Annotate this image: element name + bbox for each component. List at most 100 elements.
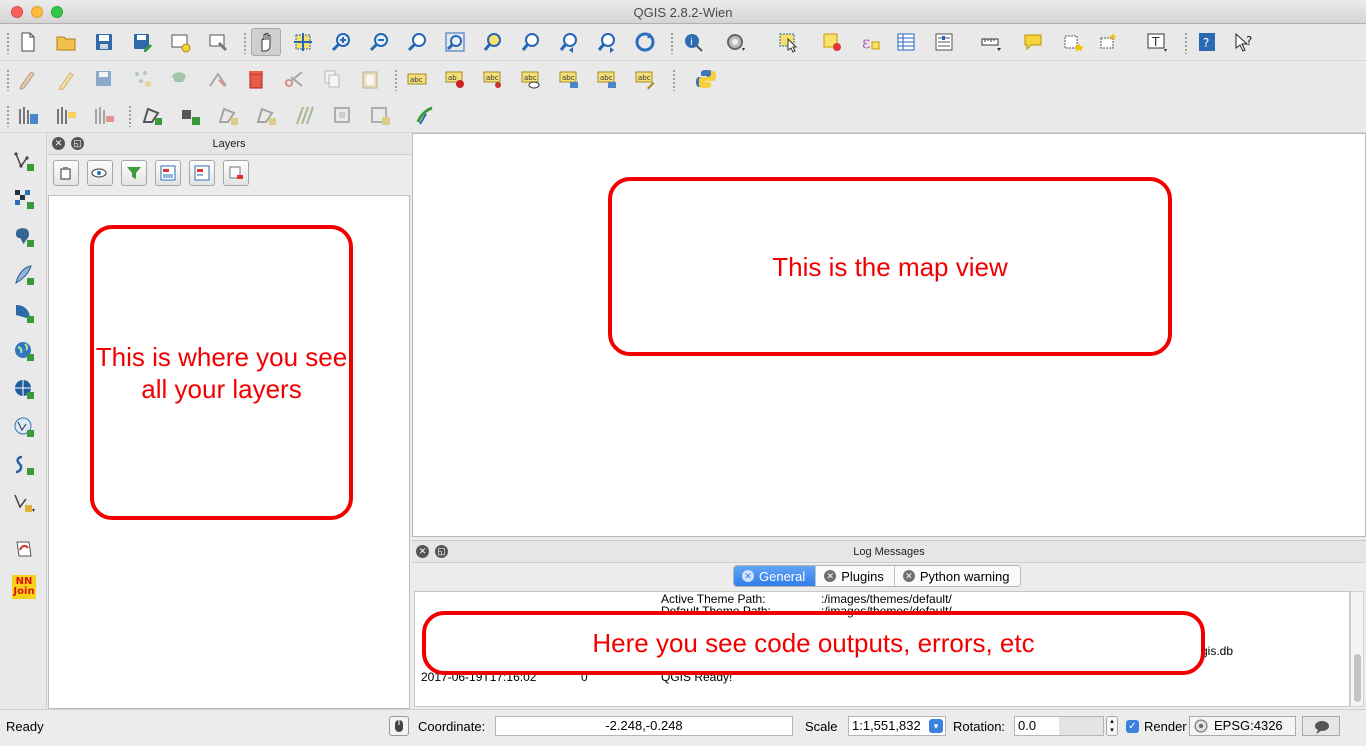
close-tab-icon[interactable]: ✕: [742, 570, 754, 582]
add-group-button[interactable]: [53, 160, 79, 186]
tab-general[interactable]: ✕ General: [734, 566, 817, 586]
toolbar-grip[interactable]: [1184, 32, 1188, 54]
save-as-button[interactable]: [127, 28, 157, 56]
zoom-to-layer-button[interactable]: [516, 28, 546, 56]
tab-plugins[interactable]: ✕ Plugins: [816, 566, 895, 586]
crs-button[interactable]: EPSG:4326: [1189, 716, 1296, 736]
text-annotation-button[interactable]: T: [1142, 28, 1172, 56]
scale-combo[interactable]: 1:1,551,832 ▾: [848, 716, 946, 736]
cut-features-button[interactable]: [279, 65, 309, 93]
save-project-button[interactable]: [89, 28, 119, 56]
refresh-button[interactable]: [630, 28, 660, 56]
copy-features-button[interactable]: [317, 65, 347, 93]
add-postgis-layer-button[interactable]: [8, 221, 40, 253]
help-button[interactable]: ?: [1192, 28, 1222, 56]
whats-this-button[interactable]: ?: [1229, 28, 1259, 56]
close-tab-icon[interactable]: ✕: [902, 570, 915, 582]
toggle-editing-button[interactable]: [51, 65, 81, 93]
gps-tools-button[interactable]: [8, 533, 40, 565]
add-vector-layer-button[interactable]: [8, 145, 40, 177]
remove-layer-button[interactable]: [223, 160, 249, 186]
toolbar-grip[interactable]: [6, 105, 10, 127]
add-wms-layer-button[interactable]: [8, 335, 40, 367]
toolbar-grip[interactable]: [394, 69, 398, 91]
add-delimited-text-layer-button[interactable]: [8, 449, 40, 481]
paste-features-button[interactable]: [355, 65, 385, 93]
label-button[interactable]: abc: [402, 65, 432, 93]
coordinate-field[interactable]: -2.248,-0.248: [495, 716, 793, 736]
digitize-3-button[interactable]: [89, 101, 119, 129]
new-project-button[interactable]: [13, 28, 43, 56]
close-tab-icon[interactable]: ✕: [824, 570, 837, 582]
log-scrollbar[interactable]: [1350, 591, 1364, 707]
delete-selected-button[interactable]: [241, 65, 271, 93]
select-features-button[interactable]: [774, 28, 804, 56]
pin-labels-button[interactable]: ab: [440, 65, 470, 93]
current-edits-button[interactable]: [13, 65, 43, 93]
highlight-pinned-labels-button[interactable]: abc: [478, 65, 508, 93]
save-edits-button[interactable]: [89, 65, 119, 93]
expression-select-button[interactable]: ε: [855, 28, 885, 56]
toolbar-grip[interactable]: [6, 32, 10, 54]
statistics-button[interactable]: [929, 28, 959, 56]
zoom-in-button[interactable]: [326, 28, 356, 56]
python-console-button[interactable]: [691, 65, 721, 93]
rotation-stepper[interactable]: ▴ ▾: [1106, 716, 1118, 736]
new-print-composer-button[interactable]: [165, 28, 195, 56]
toolbar-grip[interactable]: [243, 32, 247, 54]
open-project-button[interactable]: [51, 28, 81, 56]
fill-ring-button[interactable]: [213, 101, 243, 129]
zoom-to-selection-button[interactable]: [478, 28, 508, 56]
add-part-button[interactable]: [175, 101, 205, 129]
move-label-button[interactable]: abc: [554, 65, 584, 93]
zoom-full-button[interactable]: [440, 28, 470, 56]
add-feature-button[interactable]: [127, 65, 157, 93]
toolbar-grip[interactable]: [672, 69, 676, 91]
expand-all-button[interactable]: [155, 160, 181, 186]
add-spatialite-layer-button[interactable]: [8, 259, 40, 291]
tab-python-warning[interactable]: ✕ Python warning: [895, 566, 1020, 586]
add-wfs-layer-button[interactable]: [8, 411, 40, 443]
show-hide-labels-button[interactable]: abc: [516, 65, 546, 93]
delete-ring-button[interactable]: [251, 101, 281, 129]
run-feature-action-button[interactable]: [720, 28, 750, 56]
map-tips-button[interactable]: [1018, 28, 1048, 56]
scrollbar-thumb[interactable]: [1354, 654, 1361, 702]
digitize-1-button[interactable]: [13, 101, 43, 129]
pan-map-button[interactable]: [251, 28, 281, 56]
toolbar-grip[interactable]: [128, 105, 132, 127]
show-bookmarks-button[interactable]: [1094, 28, 1124, 56]
rotate-label-button[interactable]: abc: [592, 65, 622, 93]
node-tool-button[interactable]: [203, 65, 233, 93]
toggle-extents-button[interactable]: [389, 716, 409, 736]
offset-curve-button[interactable]: [327, 101, 357, 129]
reshape-button[interactable]: [289, 101, 319, 129]
measure-button[interactable]: [976, 28, 1006, 56]
move-feature-button[interactable]: [165, 65, 195, 93]
split-features-button[interactable]: [365, 101, 395, 129]
zoom-next-button[interactable]: [592, 28, 622, 56]
add-raster-layer-button[interactable]: [8, 183, 40, 215]
manage-visibility-button[interactable]: [87, 160, 113, 186]
zoom-last-button[interactable]: [554, 28, 584, 56]
attribute-table-button[interactable]: [891, 28, 921, 56]
messages-button[interactable]: [1302, 716, 1340, 736]
composer-manager-button[interactable]: [203, 28, 233, 56]
add-wcs-layer-button[interactable]: [8, 373, 40, 405]
zoom-out-button[interactable]: [364, 28, 394, 56]
chevron-down-icon[interactable]: ▾: [929, 719, 943, 733]
change-label-button[interactable]: abc: [630, 65, 660, 93]
new-shapefile-layer-button[interactable]: [8, 487, 40, 519]
geometry-checker-button[interactable]: [410, 101, 440, 129]
pan-to-selection-button[interactable]: [288, 28, 318, 56]
zoom-native-button[interactable]: [402, 28, 432, 56]
digitize-2-button[interactable]: [51, 101, 81, 129]
add-mssql-layer-button[interactable]: [8, 297, 40, 329]
add-ring-button[interactable]: [137, 101, 167, 129]
render-checkbox[interactable]: ✓: [1126, 720, 1139, 733]
identify-button[interactable]: i: [678, 28, 708, 56]
nnjoin-button[interactable]: NN Join: [8, 571, 40, 603]
deselect-button[interactable]: [817, 28, 847, 56]
new-bookmark-button[interactable]: [1058, 28, 1088, 56]
toolbar-grip[interactable]: [6, 69, 10, 91]
